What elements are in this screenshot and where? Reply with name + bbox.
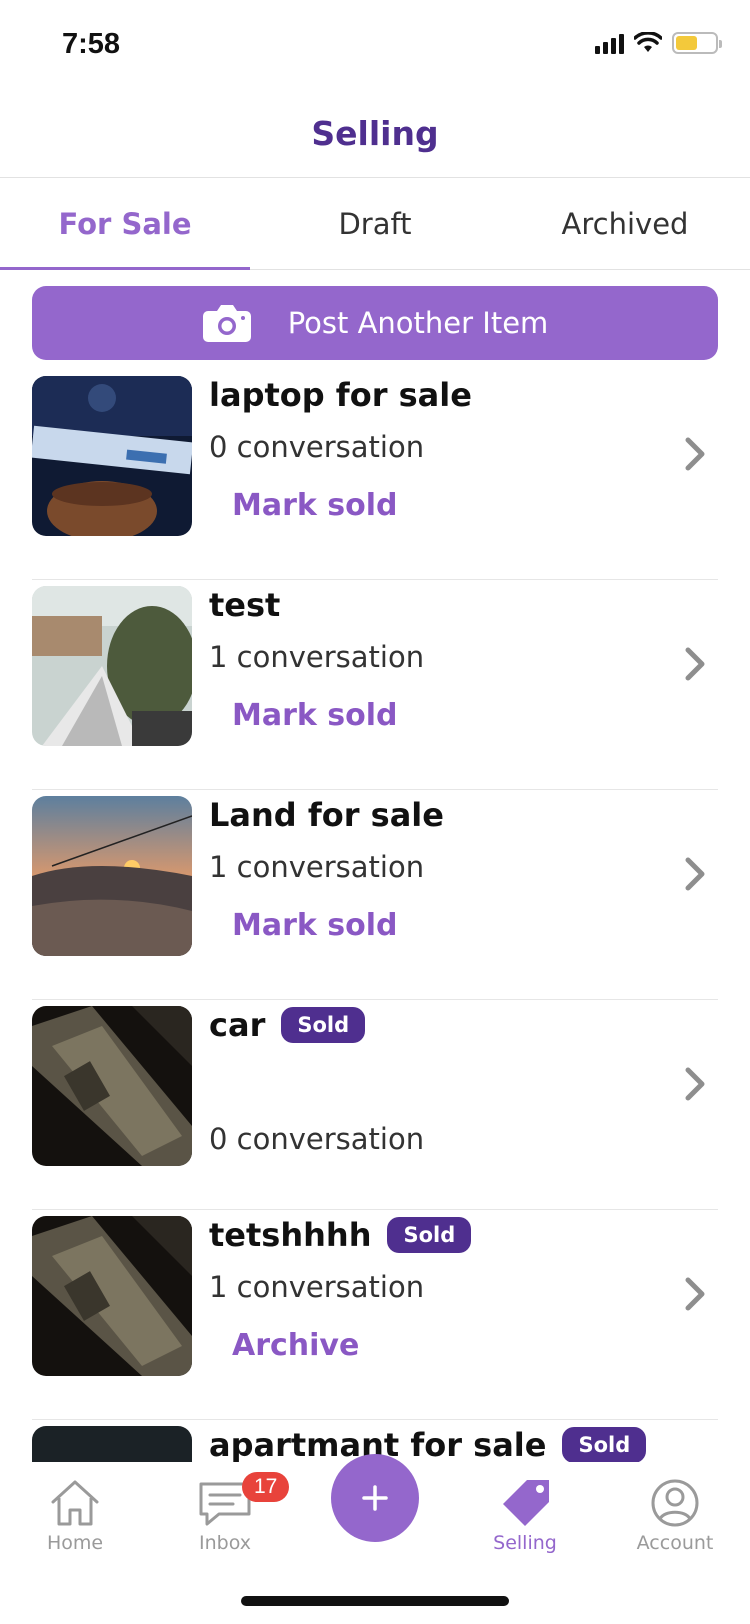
post-another-item-button[interactable]: Post Another Item xyxy=(32,286,718,360)
listing-list[interactable]: laptop for sale 0 conversation Mark sold… xyxy=(0,370,750,1462)
mark-sold-button[interactable]: Mark sold xyxy=(232,488,398,523)
wifi-icon xyxy=(634,32,662,52)
listing-title: test xyxy=(209,586,281,624)
sold-badge: Sold xyxy=(281,1007,366,1043)
listing-title-row: test xyxy=(209,586,280,624)
header: Selling xyxy=(0,90,750,178)
camera-icon xyxy=(202,305,251,342)
listing-title-row: apartmant for sale Sold xyxy=(209,1426,647,1462)
home-icon xyxy=(51,1480,99,1526)
conversation-count: 1 conversation xyxy=(209,1270,425,1304)
status-icons xyxy=(595,32,722,54)
bottom-tab-bar: Home Inbox 17 Selling Account xyxy=(0,1454,750,1582)
tab-bar-selling[interactable]: Selling xyxy=(465,1478,585,1554)
listing-title-row: car Sold xyxy=(209,1006,366,1044)
conversation-count: 1 conversation xyxy=(209,640,425,674)
battery-icon xyxy=(672,32,722,54)
listing-thumbnail xyxy=(32,796,192,956)
conversation-count: 0 conversation xyxy=(209,1122,425,1156)
listing-thumbnail xyxy=(32,586,192,746)
inbox-count-badge: 17 xyxy=(242,1472,290,1502)
listing-thumbnail xyxy=(32,1426,192,1462)
mark-sold-button[interactable]: Mark sold xyxy=(232,908,398,943)
tab-bar-home-label: Home xyxy=(46,1532,104,1554)
chevron-right-icon[interactable] xyxy=(680,854,710,894)
signal-icon xyxy=(595,32,624,54)
archive-button[interactable]: Archive xyxy=(232,1328,359,1363)
plus-icon xyxy=(362,1485,388,1511)
listing-thumbnail xyxy=(32,1216,192,1376)
tab-bar-home[interactable]: Home xyxy=(15,1478,135,1554)
tab-for-sale[interactable]: For Sale xyxy=(0,178,250,270)
conversation-count: 1 conversation xyxy=(209,850,425,884)
listing-title-row: tetshhhh Sold xyxy=(209,1216,472,1254)
post-button-label: Post Another Item xyxy=(287,306,549,340)
listing-thumbnail xyxy=(32,1006,192,1166)
tab-bar-inbox-label: Inbox xyxy=(199,1532,251,1554)
tab-bar-selling-label: Selling xyxy=(493,1532,557,1554)
tab-bar-account[interactable]: Account xyxy=(615,1478,735,1554)
listing-title: laptop for sale xyxy=(209,376,472,414)
listing-title: tetshhhh xyxy=(209,1216,372,1254)
sold-badge: Sold xyxy=(562,1427,647,1462)
mark-sold-button[interactable]: Mark sold xyxy=(232,698,398,733)
list-item[interactable]: tetshhhh Sold 1 conversation Archive xyxy=(32,1210,718,1420)
listing-title: Land for sale xyxy=(209,796,444,834)
conversation-count: 0 conversation xyxy=(209,430,425,464)
listing-title-row: Land for sale xyxy=(209,796,444,834)
user-icon xyxy=(651,1479,699,1527)
listing-title-row: laptop for sale xyxy=(209,376,472,414)
tab-bar-account-label: Account xyxy=(636,1532,714,1554)
tab-draft[interactable]: Draft xyxy=(250,178,500,269)
add-listing-button[interactable] xyxy=(331,1454,419,1542)
status-bar: 7:58 xyxy=(0,0,750,90)
list-item[interactable]: test 1 conversation Mark sold xyxy=(32,580,718,790)
list-item[interactable]: Land for sale 1 conversation Mark sold xyxy=(32,790,718,1000)
sold-badge: Sold xyxy=(387,1217,472,1253)
tabs: For Sale Draft Archived xyxy=(0,178,750,270)
chevron-right-icon[interactable] xyxy=(680,1274,710,1314)
list-item[interactable]: laptop for sale 0 conversation Mark sold xyxy=(32,370,718,580)
chevron-right-icon[interactable] xyxy=(680,434,710,474)
status-time: 7:58 xyxy=(62,28,121,60)
tag-icon xyxy=(503,1480,549,1526)
listing-thumbnail xyxy=(32,376,192,536)
home-indicator xyxy=(241,1596,509,1606)
page-title: Selling xyxy=(311,114,439,153)
list-item[interactable]: car Sold 0 conversation xyxy=(32,1000,718,1210)
chevron-right-icon[interactable] xyxy=(680,644,710,684)
tab-archived[interactable]: Archived xyxy=(500,178,750,269)
chevron-right-icon[interactable] xyxy=(680,1064,710,1104)
listing-title: car xyxy=(209,1006,266,1044)
